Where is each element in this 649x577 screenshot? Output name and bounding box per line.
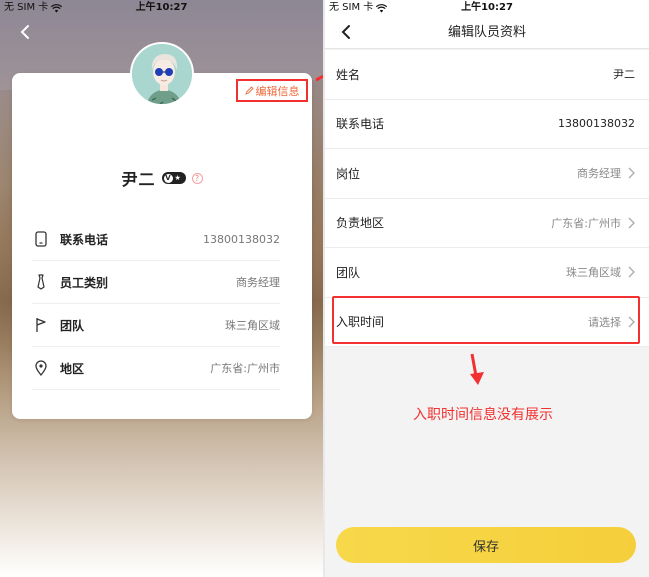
info-value: 13800138032 xyxy=(203,232,280,246)
member-form: 姓名 尹二 联系电话 13800138032 岗位 商务经理 负责地区 广东省:… xyxy=(325,50,649,347)
form-value: 珠三角区域 xyxy=(566,266,621,280)
form-row-region[interactable]: 负责地区 广东省:广州市 xyxy=(325,199,649,248)
form-label: 岗位 xyxy=(336,166,361,181)
form-row-team[interactable]: 团队 珠三角区域 xyxy=(325,248,649,298)
status-bar: 无 SIM 卡 上午10:27 xyxy=(0,0,323,16)
form-value: 广东省:广州市 xyxy=(551,216,621,230)
vip-badge-icon: V ★ xyxy=(161,172,186,184)
info-value: 广东省:广州市 xyxy=(210,362,280,375)
info-value: 商务经理 xyxy=(236,276,280,289)
info-item-phone: 联系电话 13800138032 xyxy=(32,218,280,261)
form-label: 入职时间 xyxy=(336,315,385,330)
form-value: 尹二 xyxy=(613,68,635,82)
edit-info-button[interactable]: 编辑信息 xyxy=(236,79,308,102)
form-label: 姓名 xyxy=(336,67,361,82)
save-button[interactable]: 保存 xyxy=(336,527,636,563)
info-item-region: 地区 广东省:广州市 xyxy=(32,347,280,390)
form-row-hire-date[interactable]: 入职时间 请选择 xyxy=(325,298,649,347)
nav-bar: 编辑队员资料 xyxy=(325,16,649,49)
flag-icon xyxy=(32,316,50,334)
info-item-team: 团队 珠三角区域 xyxy=(32,304,280,347)
pencil-icon xyxy=(244,86,254,95)
info-label: 联系电话 xyxy=(60,232,109,247)
edit-info-label: 编辑信息 xyxy=(255,84,300,98)
info-label: 员工类别 xyxy=(60,275,109,290)
form-row-phone: 联系电话 13800138032 xyxy=(325,100,649,149)
info-label: 地区 xyxy=(60,361,85,376)
name-row: 尹二 V ★ ? xyxy=(12,166,312,190)
form-value: 13800138032 xyxy=(558,117,635,131)
info-label: 团队 xyxy=(60,318,85,333)
page-title: 编辑队员资料 xyxy=(447,25,526,40)
chevron-right-icon xyxy=(628,316,635,328)
annotation-arrow-icon xyxy=(470,353,484,385)
status-bar: 无 SIM 卡 上午10:27 xyxy=(325,0,649,16)
back-arrow-icon[interactable] xyxy=(16,22,36,42)
edit-member-screen: 无 SIM 卡 上午10:27 编辑队员资料 姓名 尹二 联系电话 138001… xyxy=(325,0,649,577)
form-value: 商务经理 xyxy=(577,167,621,181)
help-icon[interactable]: ? xyxy=(191,172,203,184)
avatar xyxy=(130,42,194,106)
form-row-position[interactable]: 岗位 商务经理 xyxy=(325,149,649,199)
chevron-right-icon xyxy=(628,266,635,278)
form-value: 请选择 xyxy=(588,315,621,329)
location-pin-icon xyxy=(32,359,50,377)
profile-info-list: 联系电话 13800138032 员工类别 商务经理 团队 珠三角区域 地区 广… xyxy=(32,218,280,390)
member-name: 尹二 xyxy=(121,170,156,189)
info-item-category: 员工类别 商务经理 xyxy=(32,261,280,304)
status-time: 上午10:27 xyxy=(461,2,513,13)
chevron-right-icon xyxy=(628,217,635,229)
form-label: 负责地区 xyxy=(336,216,385,231)
profile-card: 尹二 V ★ ? 联系电话 13800138032 员工类别 商务经理 团队 珠… xyxy=(12,73,312,419)
form-label: 团队 xyxy=(336,265,361,280)
chevron-right-icon xyxy=(628,167,635,179)
phone-icon xyxy=(32,230,50,248)
profile-screen: 无 SIM 卡 上午10:27 尹二 V ★ ? 联系电话 13800138032 xyxy=(0,0,323,577)
info-value: 珠三角区域 xyxy=(225,319,280,332)
form-row-name: 姓名 尹二 xyxy=(325,50,649,100)
annotation-text: 入职时间信息没有展示 xyxy=(413,407,553,423)
form-label: 联系电话 xyxy=(336,117,385,132)
tie-icon xyxy=(32,273,50,291)
status-time: 上午10:27 xyxy=(135,2,188,13)
